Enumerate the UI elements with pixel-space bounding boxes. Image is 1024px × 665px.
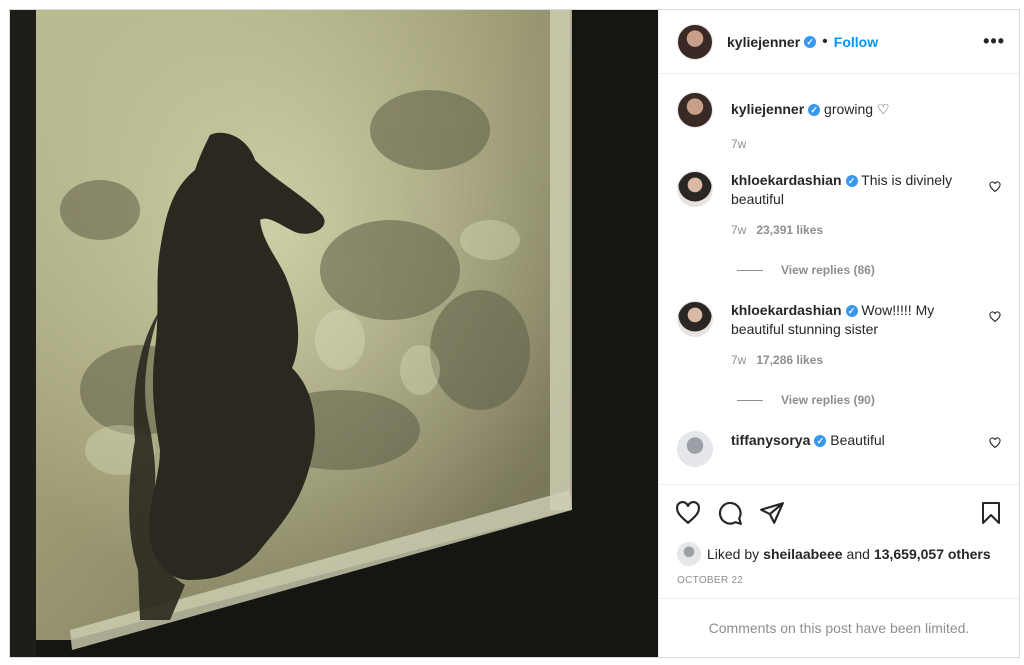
commenter-avatar[interactable]	[677, 301, 713, 337]
post-header: kyliejenner ✓ • Follow •••	[659, 10, 1019, 74]
comment-item: tiffanysorya ✓ Beautiful	[677, 431, 1001, 467]
follow-button[interactable]: Follow	[834, 34, 878, 50]
caption: kyliejenner ✓ growing ♡ 7w	[677, 92, 1001, 151]
caption-time[interactable]: 7w	[731, 137, 977, 151]
comment-like-icon[interactable]	[989, 311, 1001, 323]
post-dialog: kyliejenner ✓ • Follow ••• kyliejenner ✓ …	[9, 9, 1020, 658]
liker-username[interactable]: sheilaabeee	[763, 546, 842, 562]
comment-item: khloekardashian ✓ This is divinely beauti…	[677, 171, 1001, 237]
commenter-avatar[interactable]	[677, 171, 713, 207]
liked-by-label: Liked by	[707, 546, 760, 562]
likes-count[interactable]: 13,659,057 others	[874, 546, 991, 562]
liker-avatar[interactable]	[677, 542, 701, 566]
comment-time[interactable]: 7w	[731, 223, 746, 237]
comments-list[interactable]: kyliejenner ✓ growing ♡ 7w khloekardashia…	[659, 74, 1019, 484]
verified-icon: ✓	[814, 435, 827, 448]
comment-item: khloekardashian ✓ Wow!!!!! My beautiful s…	[677, 301, 1001, 367]
comment-like-icon[interactable]	[989, 181, 1001, 193]
view-replies-button[interactable]: View replies (90)	[737, 393, 1001, 407]
comment-time[interactable]: 7w	[731, 353, 746, 367]
shadow-photo	[10, 10, 658, 657]
author-username[interactable]: kyliejenner	[727, 34, 800, 50]
more-icon[interactable]: •••	[983, 31, 1005, 52]
comment-likes[interactable]: 23,391 likes	[756, 223, 823, 237]
replies-label: View replies (90)	[781, 393, 875, 407]
comment-likes[interactable]: 17,286 likes	[756, 353, 823, 367]
author-avatar[interactable]	[677, 23, 713, 60]
view-replies-button[interactable]: View replies (86)	[737, 263, 1001, 277]
caption-text: growing ♡	[824, 101, 890, 117]
heart-icon[interactable]	[675, 500, 701, 526]
commenter-username[interactable]: khloekardashian	[731, 172, 842, 188]
bookmark-icon[interactable]	[979, 500, 1003, 526]
likes-and: and	[846, 546, 870, 562]
comment-like-icon[interactable]	[989, 437, 1001, 449]
likes-summary: Liked by sheilaabeee and 13,659,057 othe…	[659, 540, 1019, 568]
verified-icon: ✓	[845, 305, 858, 318]
commenter-username[interactable]: tiffanysorya	[731, 432, 810, 448]
comments-limited-notice: Comments on this post have been limited.	[659, 598, 1019, 657]
verified-icon: ✓	[808, 104, 821, 117]
post-date[interactable]: OCTOBER 22	[659, 568, 1019, 598]
action-bar	[659, 484, 1019, 540]
caption-username[interactable]: kyliejenner	[731, 101, 804, 117]
replies-label: View replies (86)	[781, 263, 875, 277]
post-sidebar: kyliejenner ✓ • Follow ••• kyliejenner ✓ …	[658, 10, 1019, 657]
share-icon[interactable]	[759, 500, 785, 526]
caption-avatar[interactable]	[677, 92, 713, 128]
verified-icon: ✓	[845, 175, 858, 188]
commenter-username[interactable]: khloekardashian	[731, 302, 842, 318]
separator-dot: •	[822, 32, 828, 50]
post-photo[interactable]	[10, 10, 658, 657]
verified-icon: ✓	[804, 35, 817, 48]
comment-icon[interactable]	[717, 500, 743, 526]
commenter-avatar[interactable]	[677, 431, 713, 467]
comment-text: Beautiful	[830, 432, 885, 448]
